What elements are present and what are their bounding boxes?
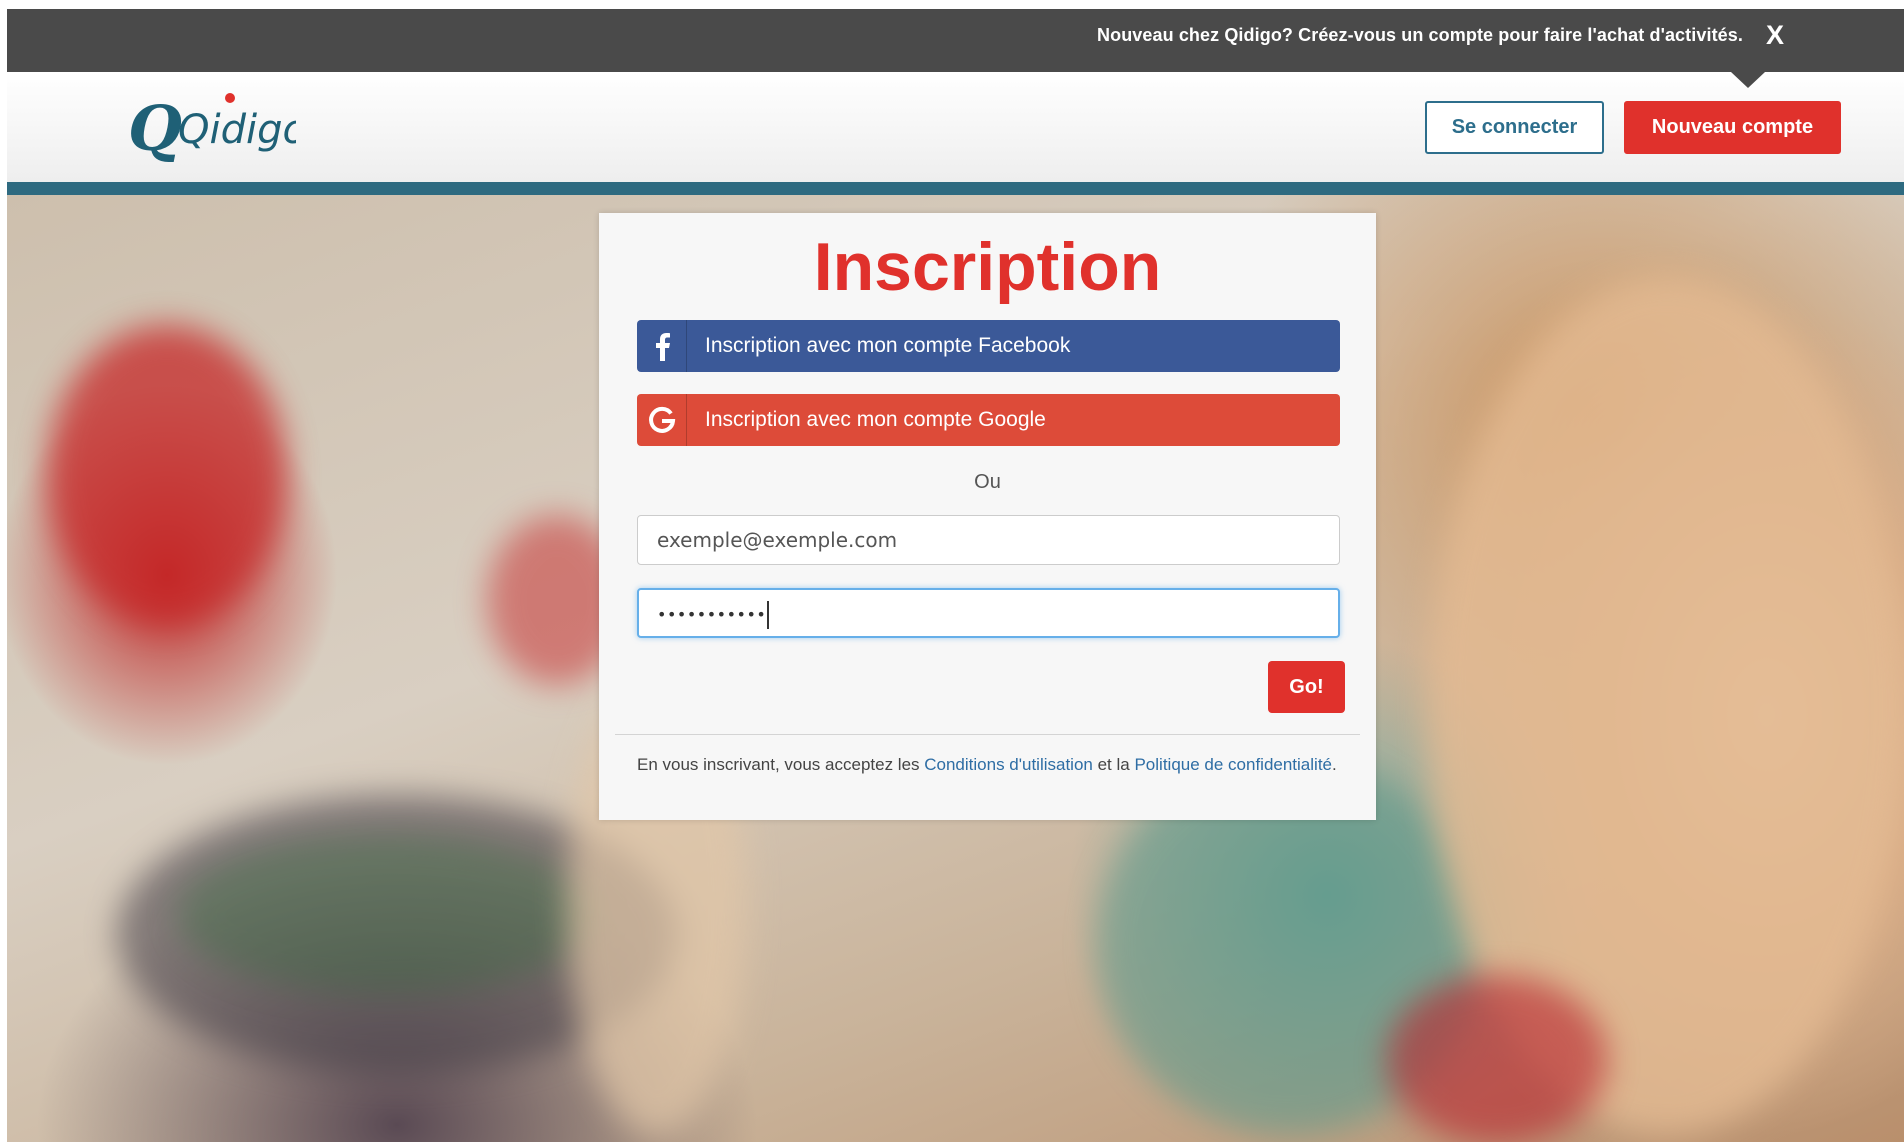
facebook-signup-button[interactable]: Inscription avec mon compte Facebook (637, 320, 1340, 372)
qidigo-logo[interactable]: Q Qidigo (126, 88, 296, 178)
google-icon (648, 406, 675, 433)
signup-card: Inscription Inscription avec mon compte … (599, 213, 1376, 820)
close-notification-button[interactable]: X (1766, 9, 1784, 62)
logo-dot (225, 93, 235, 103)
svg-text:Q: Q (128, 92, 182, 165)
logo-text: Qidigo (178, 107, 296, 153)
facebook-icon-cell (637, 320, 687, 372)
email-field[interactable]: exemple@exemple.com (637, 515, 1340, 565)
notification-message: Nouveau chez Qidigo? Créez-vous un compt… (1097, 25, 1743, 45)
submit-button[interactable]: Go! (1268, 661, 1345, 713)
google-signup-button[interactable]: Inscription avec mon compte Google (637, 394, 1340, 446)
page: Nouveau chez Qidigo? Créez-vous un compt… (7, 9, 1904, 1142)
privacy-link[interactable]: Politique de confidentialité (1134, 755, 1332, 774)
legal-middle: et la (1092, 755, 1135, 774)
login-button[interactable]: Se connecter (1425, 101, 1604, 154)
legal-prefix: En vous inscrivant, vous acceptez les (637, 755, 925, 774)
signup-title: Inscription (813, 229, 1162, 305)
text-caret (767, 600, 770, 629)
site-header: Q Qidigo (7, 72, 1904, 182)
google-icon-cell (637, 394, 687, 446)
legal-suffix: . (1332, 755, 1337, 774)
header-stripe (7, 182, 1904, 195)
new-account-button[interactable]: Nouveau compte (1624, 101, 1841, 154)
email-placeholder: exemple@exemple.com (657, 528, 898, 552)
or-separator: Ou (974, 471, 1001, 493)
legal-notice: En vous inscrivant, vous acceptez les Co… (637, 752, 1337, 778)
card-divider (615, 734, 1360, 735)
facebook-icon (655, 333, 670, 361)
google-signup-label: Inscription avec mon compte Google (705, 408, 1046, 431)
signup-notification-bar: Nouveau chez Qidigo? Créez-vous un compt… (7, 9, 1904, 72)
terms-link[interactable]: Conditions d'utilisation (924, 755, 1093, 774)
notification-caret (1731, 72, 1765, 88)
password-masked-value: ••••••••••• (657, 605, 767, 624)
password-field[interactable]: ••••••••••• (637, 588, 1340, 638)
facebook-signup-label: Inscription avec mon compte Facebook (705, 334, 1071, 357)
